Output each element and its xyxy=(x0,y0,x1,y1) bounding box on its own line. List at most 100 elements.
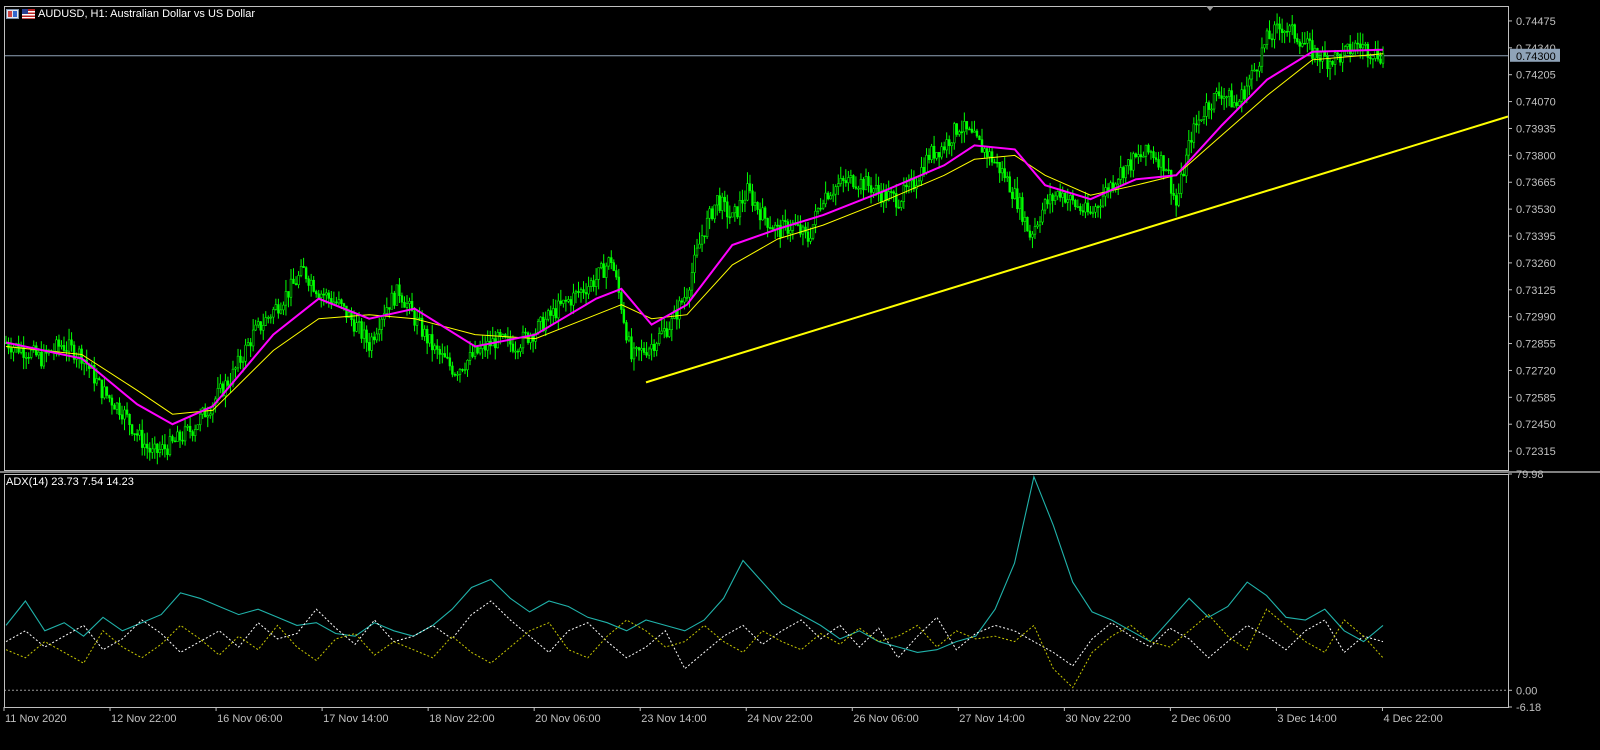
candle-body xyxy=(524,331,527,334)
candle xyxy=(758,202,762,230)
candle-body xyxy=(277,304,280,314)
candle xyxy=(317,289,320,299)
candle-body xyxy=(781,220,784,238)
candle xyxy=(640,339,643,362)
candle xyxy=(244,338,247,368)
candle-body xyxy=(842,178,845,181)
candle-body xyxy=(1144,144,1148,157)
candle xyxy=(549,305,552,326)
candle xyxy=(385,297,389,315)
candle xyxy=(65,341,68,362)
candle xyxy=(1215,87,1218,102)
candle-body xyxy=(77,348,81,358)
candle-body xyxy=(30,349,33,358)
candle-body xyxy=(625,322,628,341)
candle-body xyxy=(804,226,807,233)
price-tick-label: 0.73125 xyxy=(1516,285,1556,297)
candle xyxy=(1018,192,1022,220)
time-axis[interactable]: 11 Nov 2020 12 Nov 22:00 16 Nov 06:00 17 No… xyxy=(3,707,1443,725)
candle xyxy=(1122,165,1125,186)
candle-body xyxy=(22,347,25,358)
candle xyxy=(365,325,368,352)
candle xyxy=(105,386,109,399)
candle-body xyxy=(650,343,653,350)
chart-window-icon xyxy=(6,9,19,19)
candle-body xyxy=(461,369,464,371)
trendline xyxy=(645,115,1509,384)
candle-body xyxy=(832,193,835,197)
candle-body xyxy=(1308,38,1312,41)
candle-body xyxy=(309,279,313,286)
candle xyxy=(832,183,835,203)
candle xyxy=(572,283,575,314)
price-tick-label: 0.72855 xyxy=(1516,339,1556,351)
candle-body xyxy=(733,206,737,214)
candle-body xyxy=(1152,151,1155,159)
candle xyxy=(362,321,366,349)
candle xyxy=(98,376,101,381)
candle xyxy=(557,293,560,330)
candle-body xyxy=(640,347,643,351)
candle xyxy=(847,170,850,192)
candle xyxy=(632,342,636,371)
candle-body xyxy=(1288,25,1291,32)
chart-window[interactable]: 0.744750.743400.742050.740700.739350.738… xyxy=(0,0,1600,745)
candle xyxy=(1268,20,1271,40)
candle xyxy=(1076,199,1080,209)
chart-title: AUDUSD, H1: Australian Dollar vs US Doll… xyxy=(6,8,255,20)
candle-body xyxy=(710,208,714,220)
candle-body xyxy=(993,161,996,164)
candle xyxy=(763,205,767,226)
candle-body xyxy=(138,429,141,436)
candle-body xyxy=(819,207,822,210)
candle-body xyxy=(342,303,346,307)
price-scale[interactable]: 0.744750.743400.742050.740700.739350.738… xyxy=(1508,16,1560,458)
candle xyxy=(599,261,603,270)
candle xyxy=(761,198,764,221)
candle xyxy=(229,373,232,393)
candle-body xyxy=(567,299,570,302)
candle xyxy=(993,158,996,164)
chart-canvas[interactable]: 0.744750.743400.742050.740700.739350.738… xyxy=(0,0,1600,745)
price-chart[interactable] xyxy=(4,13,1509,465)
price-tick-label: 0.74475 xyxy=(1516,16,1556,28)
candle xyxy=(867,172,870,193)
candle xyxy=(950,142,953,157)
candle-body xyxy=(1129,159,1133,171)
candle-body xyxy=(927,154,931,160)
candle-body xyxy=(40,351,43,367)
candle xyxy=(731,212,734,218)
candle xyxy=(615,264,618,280)
candle-body xyxy=(312,279,315,292)
candle xyxy=(128,413,131,436)
candle-body xyxy=(438,349,441,355)
candle xyxy=(844,169,848,187)
candle-body xyxy=(181,439,184,442)
candle-body xyxy=(436,345,439,350)
price-tick-label: 0.72720 xyxy=(1516,365,1556,377)
candle-body xyxy=(1177,193,1180,206)
candle-body xyxy=(721,196,724,211)
candle xyxy=(1096,204,1100,218)
candle xyxy=(40,341,43,369)
candle-body xyxy=(862,179,865,191)
adx-indicator-pane[interactable] xyxy=(4,474,1508,691)
candle-body xyxy=(665,328,668,337)
candle-body xyxy=(768,227,772,229)
candle xyxy=(953,121,956,150)
candle xyxy=(135,429,139,442)
candle-body xyxy=(514,350,517,353)
candle xyxy=(685,288,689,302)
time-tick-label: 2 Dec 06:00 xyxy=(1171,713,1230,725)
candle xyxy=(236,348,240,372)
candle-body xyxy=(963,121,966,133)
candle-body xyxy=(357,321,361,323)
candle-body xyxy=(922,167,926,174)
indicator-scale[interactable]: 79.98 0.00 -6.18 xyxy=(1508,469,1544,714)
candle-body xyxy=(1003,168,1006,179)
candle xyxy=(1192,117,1196,149)
candle xyxy=(882,183,885,213)
candle xyxy=(1023,211,1027,233)
candle xyxy=(547,308,550,322)
candle xyxy=(277,298,280,319)
